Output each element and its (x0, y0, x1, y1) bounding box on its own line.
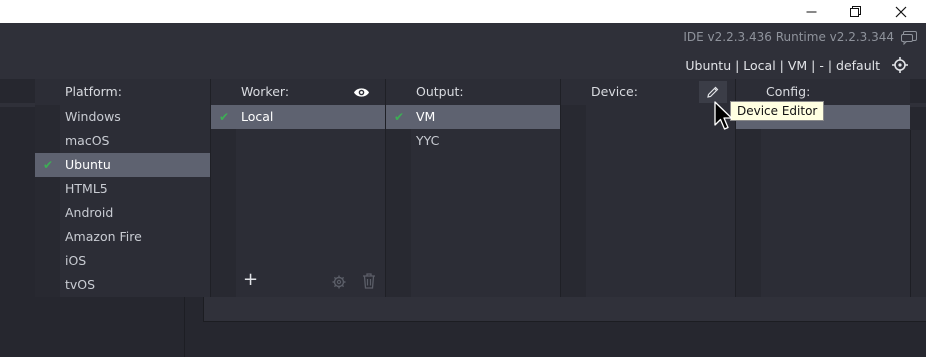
worker-item-label: Local (241, 109, 274, 124)
mouse-cursor-icon (714, 101, 733, 135)
chat-icon[interactable] (901, 30, 917, 49)
platform-item-label: Android (65, 205, 114, 220)
worker-gutter (211, 105, 236, 297)
platform-item-label: HTML5 (65, 181, 108, 196)
gear-icon[interactable] (332, 274, 346, 293)
worker-column: Worker: ✔ Local + (211, 79, 385, 297)
eye-icon[interactable] (353, 84, 370, 103)
window-titlebar (0, 0, 926, 23)
minimize-icon (806, 11, 816, 13)
platform-item-html5[interactable]: HTML5 (35, 177, 210, 201)
output-header: Output: (386, 79, 560, 105)
worker-item-local[interactable]: ✔ Local (211, 105, 385, 129)
app-toolbar: IDE v2.2.3.436 Runtime v2.2.3.344 Ubuntu… (0, 23, 926, 79)
device-editor-button[interactable] (699, 81, 727, 103)
platform-item-label: tvOS (65, 277, 96, 292)
platform-item-macos[interactable]: macOS (35, 129, 210, 153)
output-item-yyc[interactable]: YYC (386, 129, 560, 153)
platform-header: Platform: (35, 79, 210, 105)
platform-item-label: Windows (65, 109, 121, 124)
minimize-button[interactable] (788, 0, 834, 23)
worker-header: Worker: (211, 79, 385, 105)
platform-item-label: macOS (65, 133, 110, 148)
checkmark-icon: ✔ (394, 110, 405, 124)
platform-item-tvos[interactable]: tvOS (35, 273, 210, 297)
workspace-bottom-panel (203, 297, 926, 322)
restore-icon (849, 6, 861, 17)
output-item-label: YYC (416, 133, 440, 148)
output-title: Output: (416, 84, 464, 99)
workspace-side-panel (910, 130, 926, 297)
config-gutter (736, 105, 761, 297)
device-editor-tooltip: Device Editor (730, 101, 825, 121)
config-title: Config: (766, 84, 811, 99)
close-icon (895, 6, 907, 17)
platform-item-amazon-fire[interactable]: Amazon Fire (35, 225, 210, 249)
device-column: Device: (561, 79, 735, 297)
close-button[interactable] (878, 0, 924, 23)
version-label: IDE v2.2.3.436 Runtime v2.2.3.344 (683, 30, 894, 44)
platform-item-label: Ubuntu (65, 157, 111, 172)
output-column: Output: ✔ VM YYC (386, 79, 560, 297)
target-summary[interactable]: Ubuntu | Local | VM | - | default (685, 58, 880, 73)
checkmark-icon: ✔ (43, 158, 54, 172)
target-crosshair-icon[interactable] (892, 57, 908, 77)
trash-icon[interactable] (362, 273, 376, 293)
platform-item-ubuntu[interactable]: ✔ Ubuntu (35, 153, 210, 177)
device-gutter (561, 105, 586, 297)
platform-item-ios[interactable]: iOS (35, 249, 210, 273)
output-item-label: VM (416, 109, 436, 124)
platform-item-windows[interactable]: Windows (35, 105, 210, 129)
add-worker-button[interactable]: + (243, 269, 258, 290)
platform-column: Platform: Windows macOS ✔ Ubuntu HTML5 An… (35, 79, 210, 297)
device-title: Device: (591, 84, 638, 99)
pencil-icon (707, 86, 719, 98)
platform-title: Platform: (65, 84, 122, 99)
platform-item-label: iOS (65, 253, 87, 268)
output-item-vm[interactable]: ✔ VM (386, 105, 560, 129)
checkmark-icon: ✔ (219, 110, 230, 124)
restore-button[interactable] (832, 0, 878, 23)
worker-title: Worker: (241, 84, 290, 99)
platform-item-android[interactable]: Android (35, 201, 210, 225)
platform-item-label: Amazon Fire (65, 229, 142, 244)
